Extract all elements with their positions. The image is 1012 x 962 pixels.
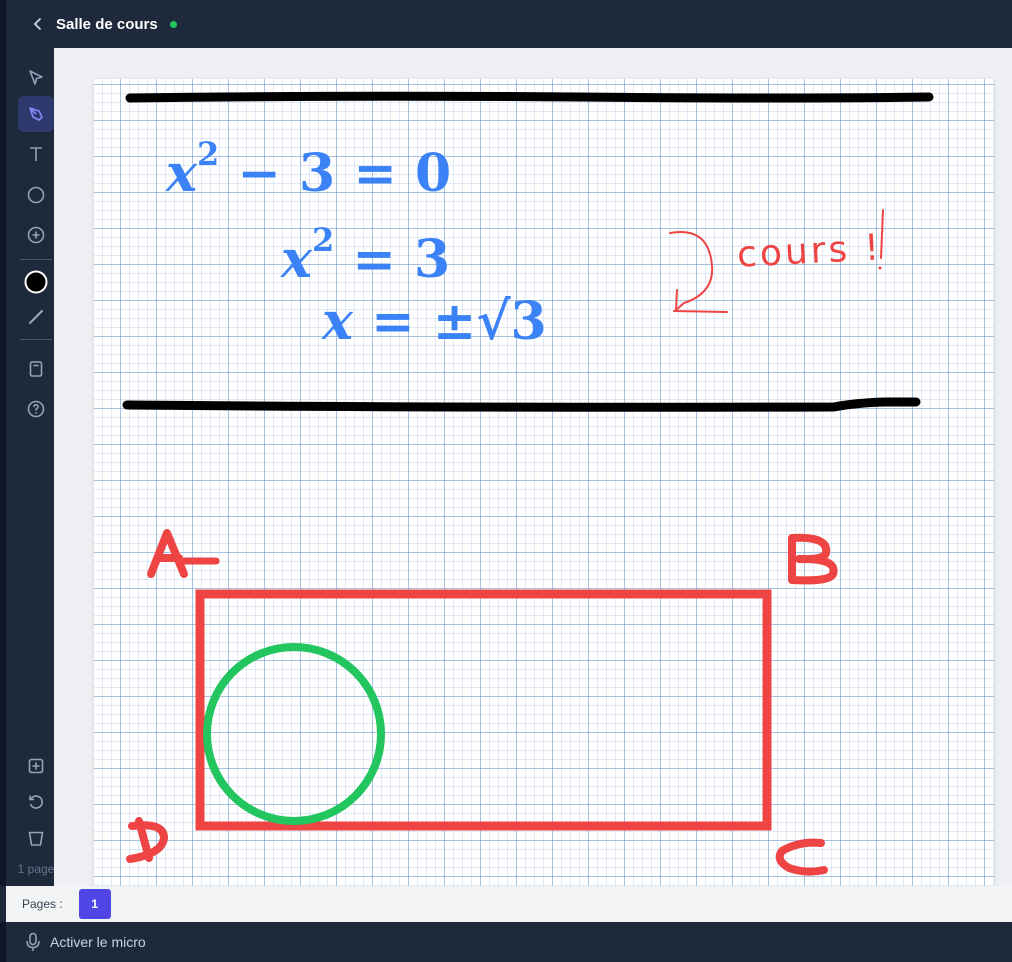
back-button[interactable] [20, 6, 56, 42]
microphone-label: Activer le micro [50, 934, 146, 950]
red-rectangle [195, 589, 772, 831]
undo-icon [29, 795, 43, 809]
text-icon [30, 147, 42, 161]
help-button[interactable] [18, 391, 54, 427]
undo-button[interactable] [18, 784, 54, 820]
top-bar: Salle de cours [0, 0, 1012, 48]
microphone-icon [26, 932, 40, 951]
microphone-toggle[interactable]: Activer le micro [0, 922, 1012, 962]
add-shape-icon [27, 226, 45, 244]
clear-button[interactable] [18, 820, 54, 856]
select-icon [29, 70, 43, 85]
document-button[interactable] [18, 351, 54, 387]
page-title: Salle de cours [56, 15, 158, 33]
green-circle [203, 643, 385, 825]
connection-status-indicator [169, 20, 177, 28]
equation-line-1: x2 − 3 = 0 [166, 135, 452, 204]
handwritten-note: cours ! [736, 227, 884, 276]
middle-black-line [122, 397, 921, 412]
line-icon [28, 309, 44, 325]
add-shape-button[interactable] [18, 217, 54, 253]
letter-a-glyph [147, 529, 188, 578]
add-page-icon [28, 758, 44, 774]
line-width-button[interactable] [18, 299, 54, 335]
pen-icon [29, 107, 43, 121]
top-black-line [125, 91, 934, 103]
chevron-left-icon [33, 18, 41, 30]
page-1-button[interactable]: 1 [78, 889, 111, 919]
text-tool-button[interactable] [18, 136, 54, 172]
trash-icon [28, 831, 44, 846]
add-page-button[interactable] [18, 748, 54, 784]
letter-b-glyph [788, 533, 838, 585]
toolbar-divider [20, 259, 52, 260]
pagination-bar: Pages : 1 [6, 886, 1012, 922]
equation-line-2: x2 = 3 [281, 221, 451, 290]
color-picker-button[interactable] [18, 264, 54, 300]
pen-tool-button[interactable] [18, 96, 54, 132]
letter-d-glyph [126, 817, 168, 863]
document-icon [29, 361, 43, 377]
page-count-label: 1 page [17, 862, 55, 876]
letter-c-glyph [775, 838, 828, 876]
pages-label: Pages : [22, 897, 63, 911]
annotation-arrow [669, 231, 728, 313]
circle-tool-button[interactable] [18, 177, 54, 213]
help-icon [27, 400, 45, 418]
toolbar-divider [20, 339, 52, 340]
tool-sidebar: 1 page [0, 48, 54, 886]
equation-line-3: x = ±√3 [322, 291, 547, 352]
whiteboard-canvas-area[interactable]: x2 − 3 = 0 x2 = 3 x = ±√3 cours ! [54, 48, 1012, 886]
select-tool-button[interactable] [18, 60, 54, 96]
circle-icon [27, 186, 45, 204]
color-swatch-icon [24, 270, 48, 294]
